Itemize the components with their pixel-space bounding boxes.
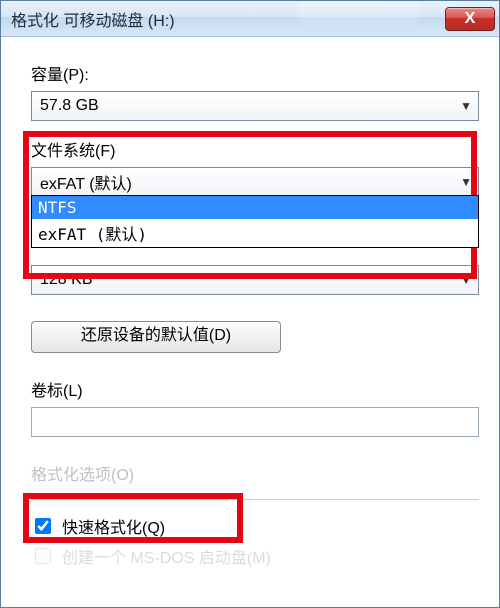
msdos-boot-row: 创建一个 MS-DOS 启动盘(M): [31, 544, 479, 568]
filesystem-combo[interactable]: exFAT (默认) ▼: [31, 167, 479, 197]
chevron-down-icon: ▼: [460, 175, 472, 189]
close-button[interactable]: X: [445, 7, 495, 31]
filesystem-group: 文件系统(F) exFAT (默认) ▼ NTFS exFAT (默认): [31, 137, 479, 197]
restore-defaults-label: 还原设备的默认值(D): [81, 327, 231, 344]
titlebar: 格式化 可移动磁盘 (H:) X: [1, 1, 499, 37]
close-icon: X: [465, 10, 476, 28]
restore-defaults-button[interactable]: 还原设备的默认值(D): [31, 321, 281, 353]
volume-label-input[interactable]: [31, 407, 479, 437]
quick-format-checkbox[interactable]: [35, 518, 51, 534]
capacity-value: 57.8 GB: [40, 97, 99, 115]
allocation-group: 128 KB ▼: [31, 265, 479, 295]
chevron-down-icon: ▼: [460, 273, 472, 287]
msdos-boot-label: 创建一个 MS-DOS 启动盘(M): [62, 544, 271, 568]
msdos-boot-checkbox: [35, 548, 51, 564]
quick-format-row[interactable]: 快速格式化(Q): [31, 514, 479, 538]
capacity-combo[interactable]: 57.8 GB ▼: [31, 91, 479, 121]
window-title: 格式化 可移动磁盘 (H:): [11, 7, 175, 31]
volume-label-label: 卷标(L): [31, 377, 479, 401]
background-blur: [299, 3, 419, 33]
divider: [31, 499, 479, 500]
dialog-body: 容量(P): 57.8 GB ▼ 文件系统(F) exFAT (默认) ▼ NT…: [1, 37, 499, 568]
format-dialog: 格式化 可移动磁盘 (H:) X 容量(P): 57.8 GB ▼ 文件系统(F…: [0, 0, 500, 608]
filesystem-option[interactable]: NTFS: [32, 196, 478, 219]
allocation-value: 128 KB: [40, 271, 92, 289]
format-options-label: 格式化选项(O): [31, 461, 479, 485]
filesystem-value: exFAT (默认): [40, 170, 132, 194]
chevron-down-icon: ▼: [460, 99, 472, 113]
filesystem-label: 文件系统(F): [31, 137, 479, 161]
restore-defaults-row: 还原设备的默认值(D): [31, 321, 479, 353]
capacity-label: 容量(P):: [31, 61, 479, 85]
filesystem-option[interactable]: exFAT (默认): [32, 219, 478, 247]
filesystem-dropdown: NTFS exFAT (默认): [31, 195, 479, 248]
allocation-combo[interactable]: 128 KB ▼: [31, 265, 479, 295]
quick-format-label: 快速格式化(Q): [62, 514, 165, 538]
